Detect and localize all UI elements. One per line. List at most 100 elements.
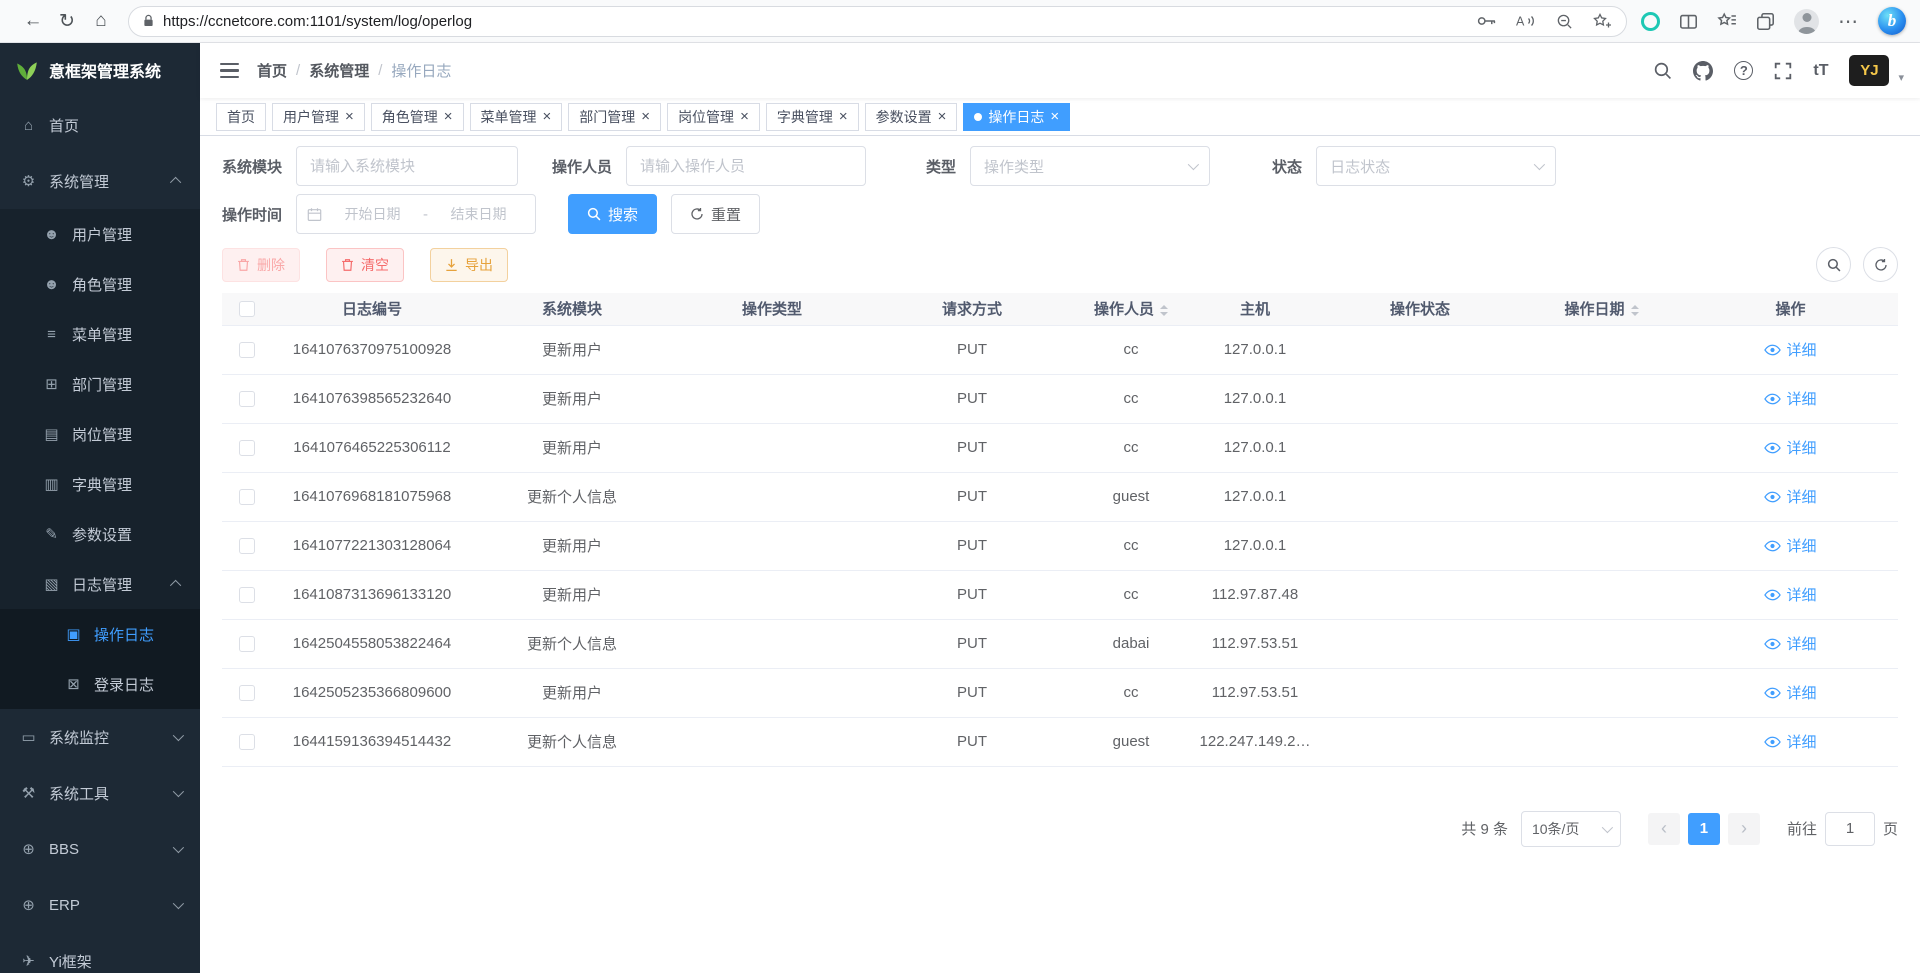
date-range-picker[interactable]: 开始日期 - 结束日期: [296, 194, 536, 234]
sidebar-item[interactable]: ⚒ 系统工具: [0, 765, 200, 821]
address-bar[interactable]: https://ccnetcore.com:1101/system/log/op…: [128, 6, 1627, 37]
sidebar-item[interactable]: ▤ 岗位管理: [0, 409, 200, 459]
sidebar-item[interactable]: ▣ 操作日志: [0, 609, 200, 659]
sidebar-item[interactable]: ✈ Yi框架: [0, 933, 200, 973]
favorites-icon[interactable]: [1717, 12, 1737, 30]
bing-chat-icon[interactable]: b: [1878, 7, 1906, 35]
detail-link[interactable]: 详细: [1764, 339, 1816, 360]
sidebar-item[interactable]: ▥ 字典管理: [0, 459, 200, 509]
zoom-out-icon[interactable]: [1556, 13, 1573, 30]
row-checkbox[interactable]: [239, 734, 255, 750]
sidebar-item[interactable]: ⚙ 系统管理: [0, 153, 200, 209]
url-text[interactable]: https://ccnetcore.com:1101/system/log/op…: [163, 13, 472, 30]
detail-link[interactable]: 详细: [1764, 388, 1816, 409]
reset-button[interactable]: 重置: [671, 194, 760, 234]
type-select[interactable]: 操作类型: [970, 146, 1210, 186]
view-tab[interactable]: 操作日志 ×: [963, 103, 1070, 131]
chevron-down-icon[interactable]: ▾: [1898, 71, 1904, 84]
tab-close-icon[interactable]: ×: [1050, 109, 1059, 124]
row-checkbox[interactable]: [239, 489, 255, 505]
view-tab[interactable]: 部门管理 ×: [568, 103, 661, 131]
detail-link[interactable]: 详细: [1764, 633, 1816, 654]
row-checkbox[interactable]: [239, 685, 255, 701]
sort-icon[interactable]: [1160, 305, 1168, 316]
user-avatar[interactable]: YJ: [1849, 55, 1889, 86]
tab-close-icon[interactable]: ×: [345, 109, 354, 124]
row-checkbox[interactable]: [239, 391, 255, 407]
font-size-icon[interactable]: tT: [1813, 62, 1828, 80]
sidebar-item[interactable]: ✎ 参数设置: [0, 509, 200, 559]
sort-icon[interactable]: [1631, 305, 1639, 316]
detail-link[interactable]: 详细: [1764, 731, 1816, 752]
detail-link[interactable]: 详细: [1764, 486, 1816, 507]
view-tab[interactable]: 菜单管理 ×: [470, 103, 563, 131]
row-checkbox[interactable]: [239, 636, 255, 652]
sidebar-item[interactable]: ☻ 角色管理: [0, 259, 200, 309]
delete-button[interactable]: 删除: [222, 248, 300, 282]
sidebar-item[interactable]: ▧ 日志管理: [0, 559, 200, 609]
toggle-search-button[interactable]: [1816, 247, 1851, 282]
prev-page-button[interactable]: ‹: [1648, 813, 1680, 845]
read-aloud-icon[interactable]: A: [1516, 13, 1536, 29]
sidebar-item[interactable]: ☻ 用户管理: [0, 209, 200, 259]
operator-input[interactable]: [626, 146, 866, 186]
view-tab[interactable]: 用户管理 ×: [272, 103, 365, 131]
row-checkbox[interactable]: [239, 538, 255, 554]
tab-close-icon[interactable]: ×: [543, 109, 552, 124]
search-button[interactable]: 搜索: [568, 194, 657, 234]
sidebar-item[interactable]: ⊞ 部门管理: [0, 359, 200, 409]
row-checkbox[interactable]: [239, 587, 255, 603]
goto-page-input[interactable]: [1825, 812, 1875, 846]
module-input[interactable]: [296, 146, 518, 186]
detail-link[interactable]: 详细: [1764, 437, 1816, 458]
view-tab[interactable]: 角色管理 ×: [371, 103, 464, 131]
split-screen-icon[interactable]: [1679, 12, 1698, 31]
fullscreen-icon[interactable]: [1774, 62, 1792, 80]
start-date-placeholder[interactable]: 开始日期: [326, 204, 419, 224]
clear-button[interactable]: 清空: [326, 248, 404, 282]
help-icon[interactable]: ?: [1734, 61, 1753, 80]
view-tab[interactable]: 岗位管理 ×: [667, 103, 760, 131]
page-size-select[interactable]: 10条/页: [1521, 811, 1621, 847]
row-checkbox[interactable]: [239, 342, 255, 358]
tab-close-icon[interactable]: ×: [938, 109, 947, 124]
view-tab[interactable]: 参数设置 ×: [865, 103, 958, 131]
view-tab[interactable]: 字典管理 ×: [766, 103, 859, 131]
export-button[interactable]: 导出: [430, 248, 508, 282]
profile-avatar[interactable]: [1794, 9, 1819, 34]
current-page-button[interactable]: 1: [1688, 813, 1720, 845]
detail-link[interactable]: 详细: [1764, 584, 1816, 605]
back-icon[interactable]: ←: [18, 6, 48, 36]
home-icon[interactable]: ⌂: [86, 6, 116, 36]
view-tab[interactable]: 首页: [216, 103, 266, 131]
detail-link[interactable]: 详细: [1764, 682, 1816, 703]
breadcrumb-item[interactable]: 系统管理: [309, 60, 369, 81]
sidebar-item[interactable]: ▭ 系统监控: [0, 709, 200, 765]
tab-close-icon[interactable]: ×: [641, 109, 650, 124]
breadcrumb-item[interactable]: 首页: [257, 60, 287, 81]
password-key-icon[interactable]: [1477, 15, 1496, 27]
tab-close-icon[interactable]: ×: [740, 109, 749, 124]
hamburger-menu-icon[interactable]: [220, 63, 239, 79]
next-page-button[interactable]: ›: [1728, 813, 1760, 845]
tab-close-icon[interactable]: ×: [839, 109, 848, 124]
refresh-table-button[interactable]: [1863, 247, 1898, 282]
detail-link[interactable]: 详细: [1764, 535, 1816, 556]
sidebar-item[interactable]: ≡ 菜单管理: [0, 309, 200, 359]
row-checkbox[interactable]: [239, 440, 255, 456]
extension-icon[interactable]: [1641, 12, 1660, 31]
tab-close-icon[interactable]: ×: [444, 109, 453, 124]
select-all-checkbox[interactable]: [239, 301, 255, 317]
end-date-placeholder[interactable]: 结束日期: [432, 204, 525, 224]
search-icon[interactable]: [1653, 61, 1672, 80]
add-favorite-icon[interactable]: [1593, 13, 1612, 29]
sidebar-item[interactable]: ⊕ BBS: [0, 821, 200, 877]
github-icon[interactable]: [1693, 61, 1713, 81]
refresh-icon[interactable]: ↻: [52, 6, 82, 36]
more-options-icon[interactable]: ⋯: [1838, 9, 1859, 34]
status-select[interactable]: 日志状态: [1316, 146, 1556, 186]
sidebar-item[interactable]: ⌂ 首页: [0, 97, 200, 153]
sidebar-item[interactable]: ⊠ 登录日志: [0, 659, 200, 709]
sidebar-item[interactable]: ⊕ ERP: [0, 877, 200, 933]
collections-icon[interactable]: [1756, 12, 1775, 31]
